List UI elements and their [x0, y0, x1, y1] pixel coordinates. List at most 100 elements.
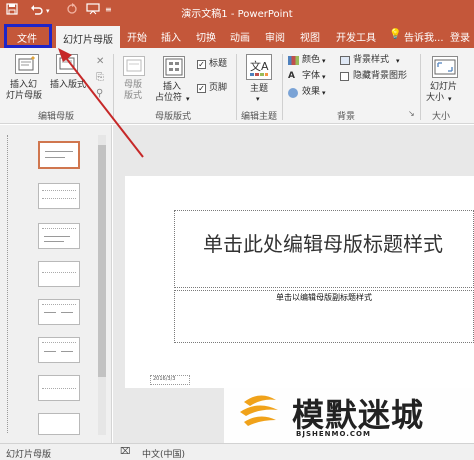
date-placeholder-text: 2016/3/3 — [153, 376, 176, 382]
slide-size-label-2[interactable]: 大小 — [426, 93, 444, 104]
tell-me-box[interactable]: 告诉我... — [404, 29, 444, 44]
thumbnail-pane — [0, 125, 112, 443]
accessibility-icon[interactable]: ⌧ — [120, 447, 130, 457]
insert-placeholder-label-1[interactable]: 插入 — [163, 82, 181, 93]
tab-file-label: 文件 — [17, 34, 37, 45]
watermark-logo-icon — [236, 392, 282, 430]
chevron-down-icon: ▾ — [186, 95, 190, 103]
colors-button[interactable]: 颜色 — [302, 55, 320, 66]
hide-background-checkbox[interactable] — [340, 72, 349, 81]
tab-home[interactable]: 开始 — [127, 29, 147, 44]
ribbon-separator — [420, 54, 421, 120]
thumb-line — [61, 351, 73, 352]
master-tree-line — [7, 135, 8, 433]
thumb-placeholder — [42, 304, 76, 305]
edit-theme-group-label: 编辑主题 — [241, 112, 278, 122]
title-bar: ▾ ≡ 演示文稿1 - PowerPoint — [0, 0, 474, 22]
insert-slide-master-label-2[interactable]: 灯片母版 — [6, 91, 42, 102]
svg-text:文A: 文A — [250, 59, 269, 73]
thumb-line — [44, 312, 56, 313]
lightbulb-icon: 💡 — [389, 29, 402, 40]
thumbnail-layout[interactable] — [38, 223, 80, 249]
ribbon-separator — [236, 54, 237, 120]
tab-review[interactable]: 审阅 — [265, 29, 285, 44]
tab-slide-master[interactable]: 幻灯片母版 — [56, 26, 120, 48]
slide-size-icon[interactable] — [432, 56, 458, 78]
master-layout-label-1[interactable]: 母版 — [124, 80, 142, 91]
thumbnail-layout[interactable] — [38, 375, 80, 401]
hide-background-label[interactable]: 隐藏背景图形 — [353, 71, 407, 82]
chevron-down-icon: ▾ — [322, 89, 326, 97]
checkmark-icon: ✓ — [198, 84, 205, 93]
checkmark-icon: ✓ — [198, 60, 205, 69]
thumb-placeholder — [42, 388, 76, 389]
tab-animations[interactable]: 动画 — [230, 29, 250, 44]
watermark-url: BJSHENMO.COM — [296, 430, 371, 438]
slide-size-label-1[interactable]: 幻灯片 — [430, 82, 457, 93]
delete-icon[interactable]: ✕ — [96, 56, 104, 67]
thumb-line — [45, 151, 73, 152]
effects-button[interactable]: 效果 — [302, 87, 320, 98]
thumbnail-layout[interactable] — [38, 337, 80, 363]
insert-layout-label[interactable]: 插入版式 — [50, 80, 86, 91]
rename-icon[interactable]: ⎘ — [96, 72, 104, 83]
ribbon-separator — [282, 54, 283, 120]
thumb-line — [44, 351, 56, 352]
theme-icon[interactable]: 文A — [246, 54, 272, 80]
insert-slide-master-label-1[interactable]: 插入幻 — [10, 80, 37, 91]
footer-checkbox-label[interactable]: 页脚 — [209, 83, 227, 94]
ribbon: 插入幻 灯片母版 插入版式 ✕ ⎘ ⚲ 编辑母版 母版 版式 插入 占位符 ▾ … — [0, 48, 474, 124]
tab-insert[interactable]: 插入 — [161, 29, 181, 44]
fonts-button[interactable]: 字体 — [302, 71, 320, 82]
status-bar: 幻灯片母版 ⌧ 中文(中国) — [0, 443, 474, 460]
title-checkbox[interactable]: ✓ — [197, 60, 206, 69]
background-group-label: 背景 — [337, 112, 356, 122]
edit-master-group-label: 编辑母版 — [38, 112, 75, 122]
subtitle-placeholder-text: 单击以编辑母版副标题样式 — [276, 293, 372, 302]
master-layout-icon[interactable] — [123, 56, 145, 76]
size-group-label: 大小 — [432, 112, 451, 122]
thumbnail-layout[interactable] — [38, 299, 80, 325]
thumb-placeholder — [42, 190, 76, 191]
thumbnail-scrollbar-thumb[interactable] — [98, 145, 106, 377]
colors-icon — [288, 56, 299, 65]
chevron-down-icon: ▾ — [322, 57, 326, 65]
dialog-launcher-icon[interactable]: ↘ — [408, 109, 415, 118]
master-layout-group-label: 母版版式 — [155, 112, 192, 122]
thumbnail-slide-master[interactable] — [38, 141, 80, 169]
thumbnail-layout[interactable] — [38, 183, 80, 209]
thumb-line — [45, 157, 65, 158]
preserve-icon[interactable]: ⚲ — [96, 88, 103, 99]
insert-layout-icon[interactable] — [56, 54, 78, 74]
status-language[interactable]: 中文(中国) — [142, 447, 185, 460]
insert-placeholder-icon[interactable] — [163, 56, 185, 78]
theme-label[interactable]: 主题 — [250, 84, 268, 95]
tab-developer[interactable]: 开发工具 — [336, 29, 376, 44]
date-placeholder[interactable]: 2016/3/3 — [150, 375, 190, 385]
window-title: 演示文稿1 - PowerPoint — [181, 9, 293, 20]
status-view-name: 幻灯片母版 — [6, 450, 52, 460]
thumb-line — [61, 312, 73, 313]
signin-link[interactable]: 登录 — [450, 29, 470, 44]
tab-transitions[interactable]: 切换 — [196, 29, 216, 44]
chevron-down-icon: ▾ — [256, 95, 260, 103]
insert-slide-master-icon[interactable] — [15, 54, 39, 74]
chevron-down-icon: ▾ — [396, 57, 400, 65]
thumbnail-layout[interactable] — [38, 413, 80, 435]
ribbon-separator — [113, 54, 114, 120]
background-styles-button[interactable]: 背景样式 — [353, 55, 389, 66]
title-checkbox-label[interactable]: 标题 — [209, 59, 227, 70]
fonts-icon: A — [288, 71, 295, 81]
chevron-down-icon: ▾ — [448, 95, 452, 103]
title-placeholder-text: 单击此处编辑母版标题样式 — [203, 232, 443, 256]
chevron-down-icon: ▾ — [322, 73, 326, 81]
footer-checkbox[interactable]: ✓ — [197, 84, 206, 93]
master-layout-label-2[interactable]: 版式 — [124, 91, 142, 102]
insert-placeholder-label-2[interactable]: 占位符 — [155, 93, 182, 104]
tab-view[interactable]: 视图 — [300, 29, 320, 44]
thumb-placeholder — [42, 198, 76, 199]
thumbnail-layout[interactable] — [38, 261, 80, 287]
tab-file[interactable]: 文件 — [4, 24, 52, 48]
effects-icon — [288, 88, 298, 98]
thumb-placeholder — [42, 228, 76, 229]
